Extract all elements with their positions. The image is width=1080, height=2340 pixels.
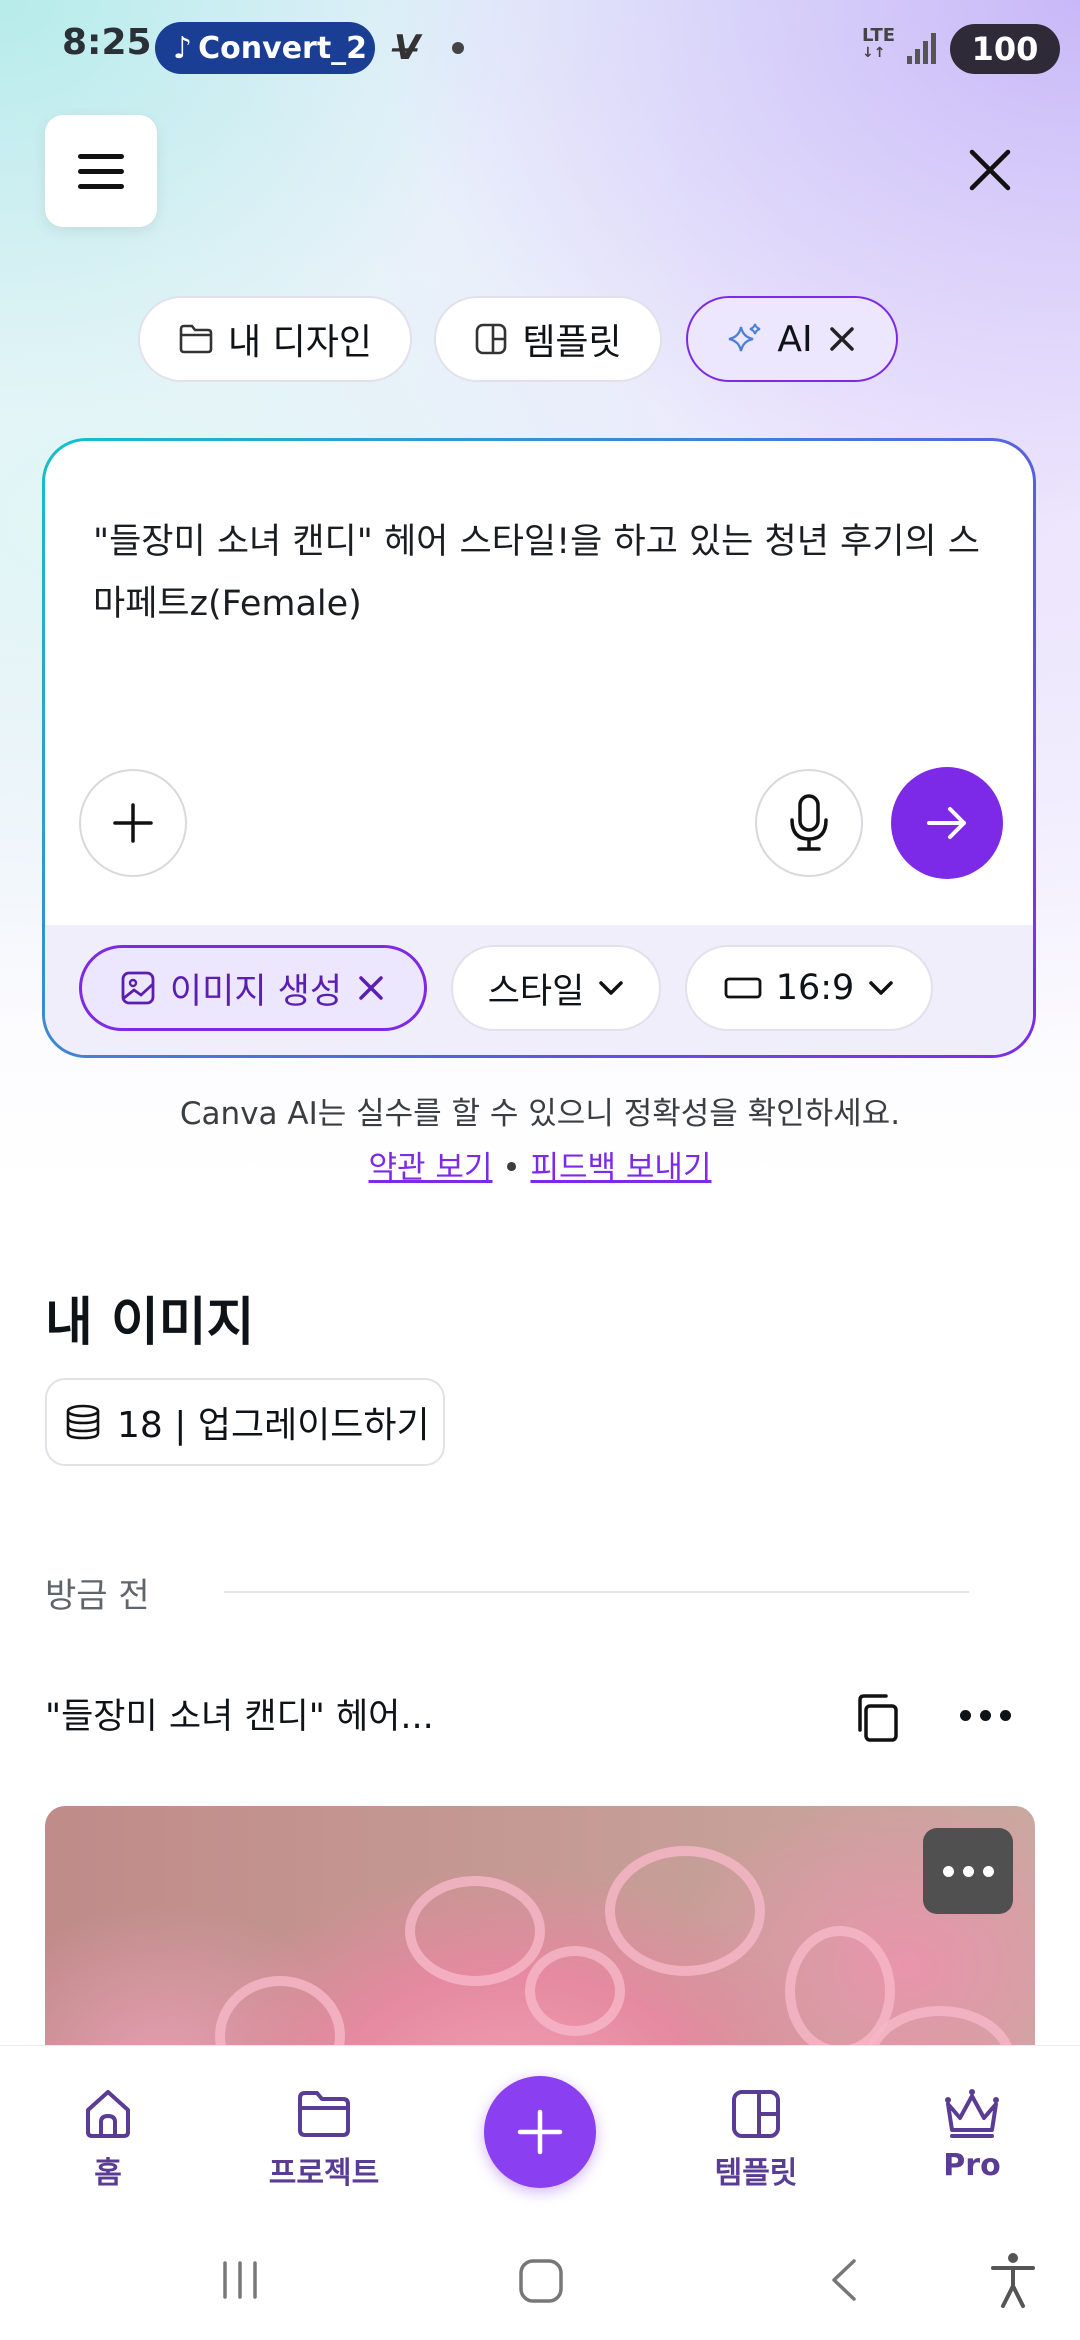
tab-ai[interactable]: AI	[686, 296, 898, 382]
signal-icon	[907, 33, 936, 64]
copy-icon[interactable]	[848, 1688, 908, 1748]
close-icon[interactable]	[827, 324, 857, 354]
status-time: 8:25	[62, 22, 152, 63]
nav-templates[interactable]: 템플릿	[676, 2086, 836, 2192]
options-bar: 이미지 생성 스타일 16:9	[45, 925, 1033, 1055]
accessibility-icon[interactable]	[985, 2250, 1041, 2310]
home-icon	[86, 2090, 130, 2138]
template-icon	[732, 2090, 780, 2138]
plus-icon	[517, 2109, 563, 2155]
legal-links: 약관 보기 • 피드백 보내기	[0, 1142, 1080, 1187]
folder-icon	[298, 2091, 350, 2137]
section-title: 내 이미지	[45, 1293, 255, 1353]
network-type: LTE ↓↑	[862, 25, 896, 62]
send-button[interactable]	[891, 767, 1003, 879]
timestamp-label: 방금 전	[45, 1576, 150, 1616]
tab-my-designs[interactable]: 내 디자인	[138, 296, 412, 382]
app-notification-icon: V̶	[394, 28, 421, 68]
hamburger-icon	[78, 153, 124, 159]
template-icon	[476, 323, 507, 355]
credits-upgrade-button[interactable]: 18 | 업그레이드하기	[45, 1378, 445, 1466]
folder-icon	[179, 324, 213, 354]
prompt-card: "들장미 소녀 캔디" 헤어 스타일!을 하고 있는 청년 후기의 스마페트z(…	[42, 438, 1036, 1058]
media-title: Convert_2	[198, 30, 368, 66]
plus-icon	[113, 803, 153, 843]
prompt-input[interactable]: "들장미 소녀 캔디" 헤어 스타일!을 하고 있는 청년 후기의 스마페트z(…	[93, 511, 993, 635]
close-icon[interactable]	[960, 140, 1020, 200]
home-button-icon[interactable]	[515, 2255, 567, 2307]
arrow-right-icon	[927, 807, 966, 839]
mode-image-generation[interactable]: 이미지 생성	[79, 945, 427, 1031]
close-icon[interactable]	[356, 973, 386, 1003]
terms-link[interactable]: 약관 보기	[369, 1150, 493, 1186]
chevron-down-icon	[599, 981, 624, 995]
link-separator: •	[502, 1150, 521, 1186]
notification-dot-icon	[452, 42, 464, 54]
create-button[interactable]	[484, 2076, 596, 2188]
sparkle-icon	[729, 323, 761, 352]
image-more-button[interactable]	[923, 1828, 1013, 1914]
bottom-nav: 홈 프로젝트 템플릿 Pro	[0, 2045, 1080, 2226]
chevron-down-icon	[869, 981, 894, 995]
music-note-icon: ♪	[173, 30, 193, 66]
microphone-icon	[790, 794, 828, 851]
image-icon	[121, 971, 155, 1005]
back-icon[interactable]	[820, 2255, 870, 2305]
nav-pro[interactable]: Pro	[892, 2086, 1052, 2183]
nav-projects[interactable]: 프로젝트	[244, 2086, 404, 2192]
battery-indicator: 100	[950, 24, 1060, 74]
add-attachment-button[interactable]	[79, 769, 187, 877]
aspect-ratio-dropdown[interactable]: 16:9	[685, 945, 933, 1031]
more-options-icon[interactable]	[960, 1700, 1030, 1730]
database-icon	[66, 1404, 100, 1440]
tab-templates[interactable]: 템플릿	[434, 296, 662, 382]
system-nav-bar	[0, 2225, 1080, 2340]
aspect-ratio-icon	[724, 977, 762, 999]
style-dropdown[interactable]: 스타일	[451, 945, 661, 1031]
feedback-link[interactable]: 피드백 보내기	[530, 1150, 711, 1186]
nav-home[interactable]: 홈	[28, 2086, 188, 2192]
recent-apps-icon[interactable]	[215, 2255, 265, 2305]
crown-icon	[945, 2089, 999, 2138]
menu-button[interactable]	[45, 115, 157, 227]
ai-disclaimer: Canva AI는 실수를 할 수 있으니 정확성을 확인하세요.	[179, 1096, 901, 1132]
divider	[224, 1591, 969, 1593]
voice-input-button[interactable]	[755, 769, 863, 877]
generation-title: "들장미 소녀 캔디" 헤어...	[45, 1697, 434, 1737]
media-notification-pill[interactable]: ♪ Convert_2	[155, 22, 375, 74]
